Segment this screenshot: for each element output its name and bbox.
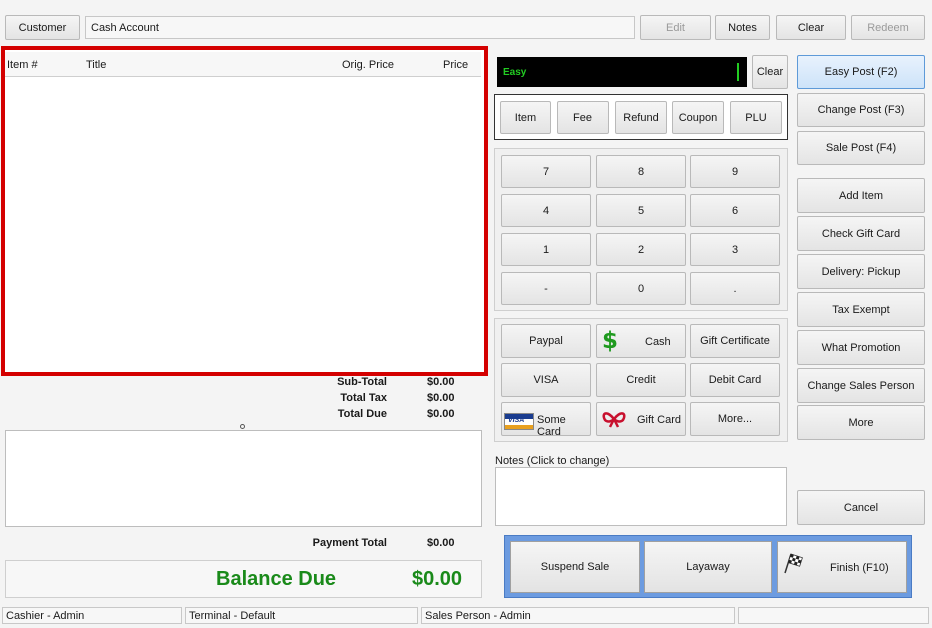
total-due-value: $0.00 [427,408,455,420]
status-extra [738,607,929,624]
keypad-5[interactable]: 5 [596,194,686,227]
redeem-button[interactable]: Redeem [851,15,925,40]
debit-card-button[interactable]: Debit Card [690,363,780,397]
entry-display[interactable]: Easy [497,57,747,87]
mode-fee-button[interactable]: Fee [557,101,609,134]
edit-button[interactable]: Edit [640,15,711,40]
payments-list[interactable] [5,430,482,527]
subtotal-value: $0.00 [427,376,455,388]
layaway-button[interactable]: Layaway [644,541,772,593]
keypad-2[interactable]: 2 [596,233,686,266]
column-orig-price[interactable]: Orig. Price [342,59,394,71]
checkered-flag-icon [782,552,804,577]
change-post-button[interactable]: Change Post (F3) [797,93,925,127]
subtotal-label: Sub-Total [337,376,387,388]
tax-exempt-button[interactable]: Tax Exempt [797,292,925,327]
column-item-number[interactable]: Item # [7,59,38,71]
dollar-icon: $ [602,328,619,354]
keypad-6[interactable]: 6 [690,194,780,227]
cancel-button[interactable]: Cancel [797,490,925,525]
cash-label: Cash [645,336,671,348]
mode-refund-button[interactable]: Refund [615,101,667,134]
keypad-minus[interactable]: - [501,272,591,305]
entry-cursor [737,63,739,81]
gift-certificate-button[interactable]: Gift Certificate [690,324,780,358]
entry-display-text: Easy [503,67,527,78]
easy-post-button[interactable]: Easy Post (F2) [797,55,925,89]
visa-button[interactable]: VISA [501,363,591,397]
status-terminal: Terminal - Default [185,607,418,624]
visa-card-icon: VISA [504,413,534,430]
some-card-label: Some Card [537,414,566,438]
notes-label: Notes (Click to change) [495,455,610,467]
items-list-body[interactable] [5,78,481,370]
more-payments-button[interactable]: More... [690,402,780,436]
total-due-label: Total Due [337,408,387,420]
customer-account-field[interactable]: Cash Account [85,16,635,39]
notes-field[interactable] [495,467,787,526]
keypad-9[interactable]: 9 [690,155,780,188]
customer-button[interactable]: Customer [5,15,80,40]
keypad-decimal[interactable]: . [690,272,780,305]
column-title[interactable]: Title [86,59,106,71]
gift-card-label: Gift Card [637,414,682,426]
keypad-1[interactable]: 1 [501,233,591,266]
change-sales-person-button[interactable]: Change Sales Person [797,368,925,403]
sale-post-button[interactable]: Sale Post (F4) [797,131,925,165]
add-item-button[interactable]: Add Item [797,178,925,213]
mode-coupon-button[interactable]: Coupon [672,101,724,134]
items-list-header: Item # Title Orig. Price Price [5,52,481,77]
status-cashier: Cashier - Admin [2,607,182,624]
status-sales-person: Sales Person - Admin [421,607,735,624]
delivery-pickup-button[interactable]: Delivery: Pickup [797,254,925,289]
what-promotion-button[interactable]: What Promotion [797,330,925,365]
gift-card-button[interactable]: Gift Card [596,402,686,436]
payment-total-label: Payment Total [312,537,387,549]
finish-bar: Suspend Sale Layaway Finish (F10) [504,535,912,598]
mode-item-button[interactable]: Item [500,101,551,134]
credit-button[interactable]: Credit [596,363,686,397]
some-card-button[interactable]: VISA Some Card [501,402,591,438]
keypad-4[interactable]: 4 [501,194,591,227]
gift-bow-icon [601,410,627,431]
paypal-button[interactable]: Paypal [501,324,591,358]
suspend-sale-button[interactable]: Suspend Sale [510,541,640,593]
balance-due-value: $0.00 [412,568,463,590]
keypad-3[interactable]: 3 [690,233,780,266]
total-tax-value: $0.00 [427,392,455,404]
clear-customer-button[interactable]: Clear [776,15,846,40]
column-price[interactable]: Price [443,59,468,71]
finish-label: Finish (F10) [830,562,889,574]
payment-total-value: $0.00 [427,537,455,549]
check-gift-card-button[interactable]: Check Gift Card [797,216,925,251]
splitter-handle[interactable] [240,424,245,429]
keypad-7[interactable]: 7 [501,155,591,188]
cash-button[interactable]: $ Cash [596,324,686,358]
total-tax-label: Total Tax [340,392,387,404]
keypad-0[interactable]: 0 [596,272,686,305]
notes-button[interactable]: Notes [715,15,770,40]
more-button[interactable]: More [797,405,925,440]
keypad-8[interactable]: 8 [596,155,686,188]
mode-plu-button[interactable]: PLU [730,101,782,134]
balance-due-label: Balance Due [216,568,337,590]
entry-clear-button[interactable]: Clear [752,55,788,89]
finish-button[interactable]: Finish (F10) [777,541,907,593]
